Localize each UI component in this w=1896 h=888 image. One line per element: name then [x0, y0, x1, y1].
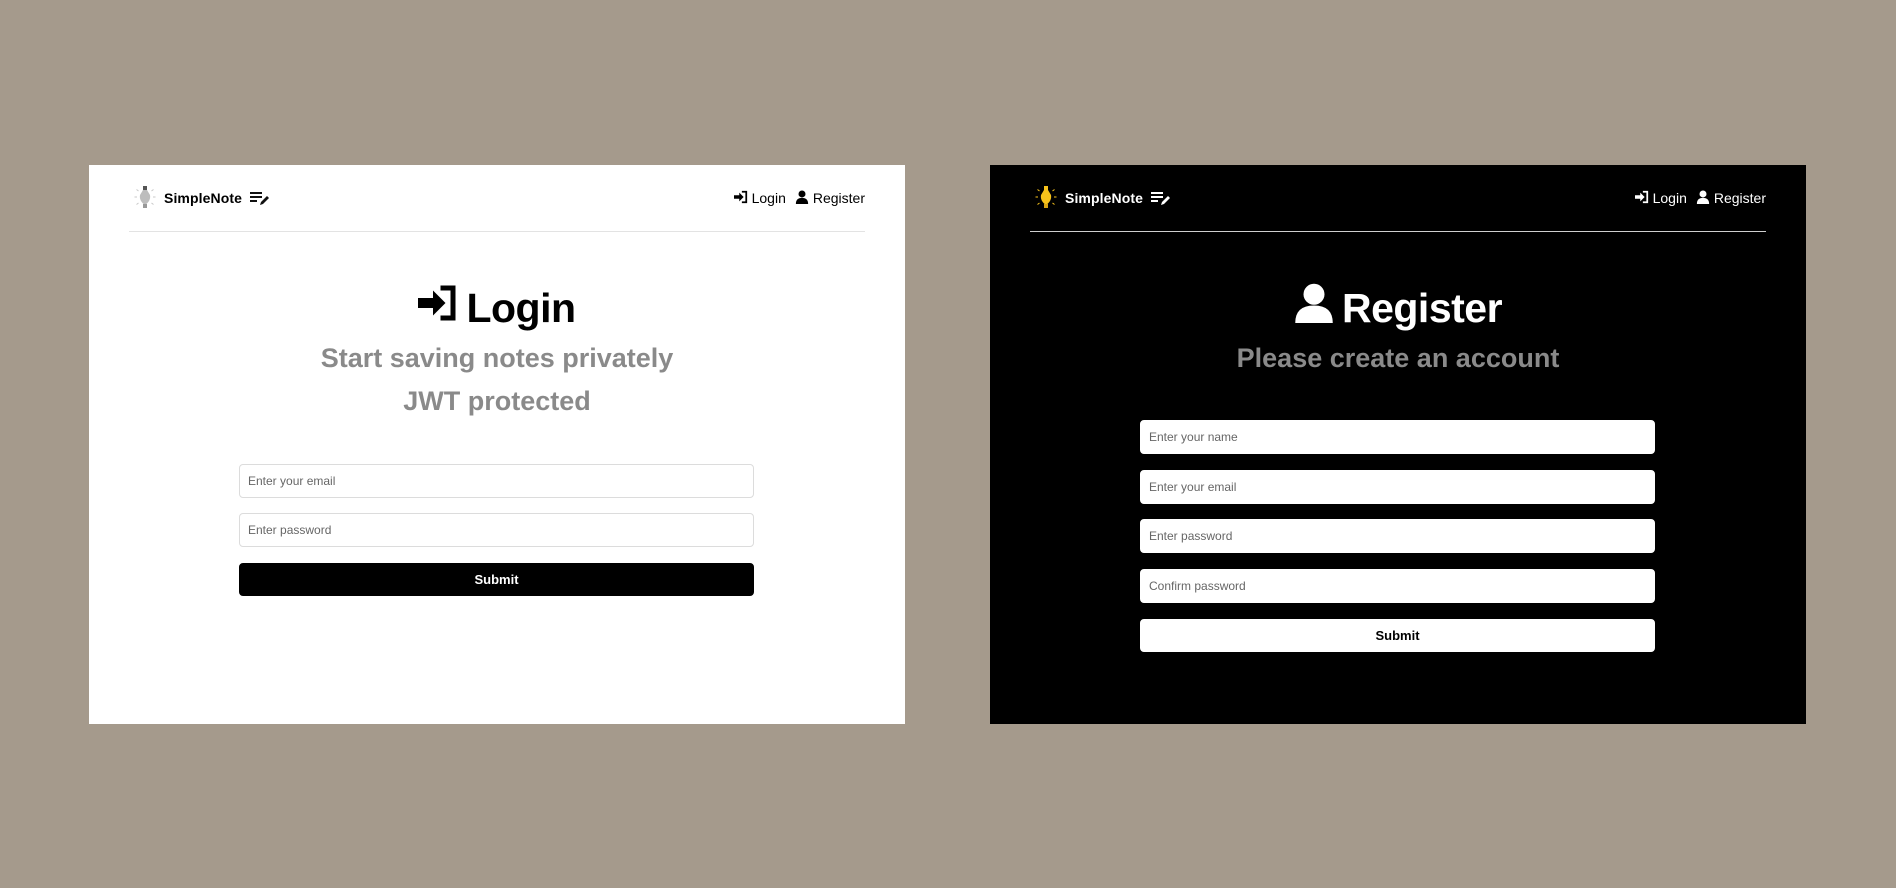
- navbar: SimpleNote Login Register: [129, 165, 865, 232]
- nav-login-label: Login: [751, 190, 786, 206]
- brand-logo[interactable]: SimpleNote: [1030, 185, 1171, 211]
- submit-button[interactable]: Submit: [1140, 619, 1655, 652]
- nav-login-link[interactable]: Login: [1634, 190, 1687, 207]
- nav-login-label: Login: [1652, 190, 1687, 206]
- sign-in-icon: [418, 283, 458, 333]
- nav-register-link[interactable]: Register: [795, 189, 865, 207]
- subtitle-secondary: JWT protected: [403, 386, 591, 416]
- subtitle-primary: Please create an account: [1236, 343, 1560, 373]
- navbar: SimpleNote Login Register: [1030, 165, 1766, 232]
- name-field[interactable]: [1140, 420, 1655, 454]
- nav-links: Login Register: [1634, 189, 1766, 207]
- login-panel: SimpleNote Login Register Login Start sa…: [89, 165, 905, 724]
- nav-login-link[interactable]: Login: [733, 190, 786, 207]
- subtitle-primary: Start saving notes privately: [320, 343, 674, 373]
- password-field[interactable]: [1140, 519, 1655, 553]
- page-title: Login: [89, 283, 905, 333]
- confirm-password-field[interactable]: [1140, 569, 1655, 603]
- sign-in-icon: [1634, 190, 1649, 207]
- email-field[interactable]: [239, 464, 754, 498]
- note-edit-icon: [250, 190, 270, 206]
- lightbulb-off-icon: [134, 185, 156, 211]
- user-icon: [1696, 189, 1710, 207]
- nav-register-label: Register: [1713, 190, 1766, 206]
- brand-name: SimpleNote: [1065, 190, 1144, 206]
- nav-register-link[interactable]: Register: [1696, 189, 1766, 207]
- user-icon: [1294, 283, 1334, 333]
- nav-links: Login Register: [733, 189, 865, 207]
- user-icon: [795, 189, 809, 207]
- page-title-text: Login: [466, 284, 576, 331]
- register-panel: SimpleNote Login Register Register Pleas…: [990, 165, 1806, 724]
- sign-in-icon: [733, 190, 748, 207]
- brand-logo[interactable]: SimpleNote: [129, 185, 270, 211]
- page-title-text: Register: [1341, 284, 1503, 331]
- nav-register-label: Register: [812, 190, 865, 206]
- note-edit-icon: [1151, 190, 1171, 206]
- page-title: Register: [990, 283, 1806, 333]
- lightbulb-on-icon: [1035, 185, 1057, 211]
- password-field[interactable]: [239, 513, 754, 547]
- email-field[interactable]: [1140, 470, 1655, 504]
- submit-button[interactable]: Submit: [239, 563, 754, 596]
- brand-name: SimpleNote: [164, 190, 243, 206]
